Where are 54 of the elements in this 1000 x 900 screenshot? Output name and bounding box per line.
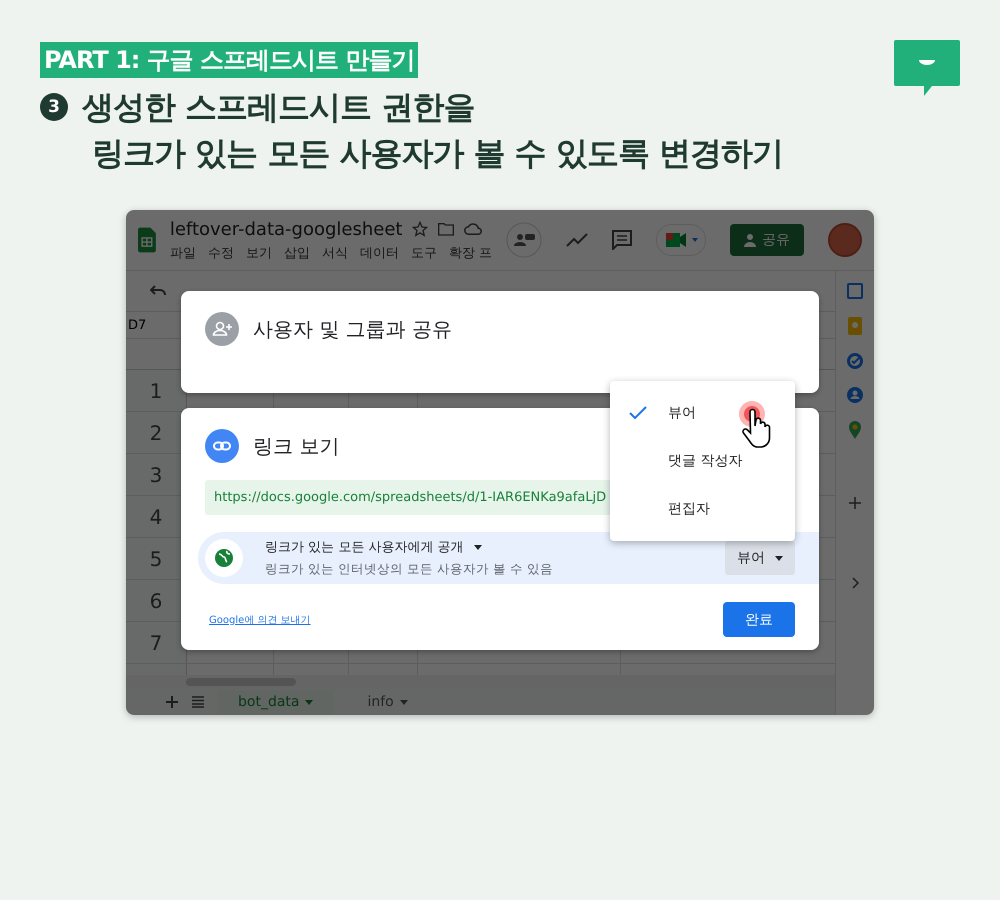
tasks-icon[interactable] [847,353,863,369]
video-call-icon[interactable] [656,224,706,256]
step-number: 3 [40,93,68,121]
role-dropdown[interactable]: 뷰어 [725,541,795,575]
menu-item[interactable]: 수정 [208,244,234,262]
avatar[interactable] [828,223,862,257]
trend-icon[interactable] [566,233,588,247]
menu-item[interactable]: 도구 [410,244,437,262]
menu-item[interactable]: 서식 [322,244,348,262]
role-option[interactable]: 댓글 작성자 [610,437,795,485]
star-icon[interactable] [412,221,428,237]
caret-icon [474,544,482,550]
meet-presence-icon[interactable] [506,222,542,258]
step-title-line: 생성한 스프레드시트 권한을 [82,87,474,128]
add-sheet-icon[interactable] [166,696,178,708]
part-badge: PART 1: 구글 스프레드시트 만들기 [40,42,418,78]
add-icon[interactable] [849,497,861,509]
document-title[interactable]: leftover-data-googlesheet [170,218,402,240]
dialog-title: 사용자 및 그룹과 공유 [253,316,452,342]
caret-icon [400,700,408,704]
maps-pin-icon[interactable] [849,421,861,439]
share-button[interactable]: 공유 [730,224,804,256]
feedback-link[interactable]: Google에 의견 보내기 [209,612,311,626]
cell-reference: D7 [128,318,146,332]
sheet-tab[interactable]: bot_data [218,690,334,714]
menu-item[interactable]: 확장 프 [448,244,492,262]
menu-item[interactable]: 데이터 [360,244,399,262]
undo-icon[interactable] [150,285,166,297]
sheet-list-icon[interactable] [192,696,204,708]
person-icon [744,233,756,247]
cloud-icon[interactable] [464,222,482,236]
access-description: 링크가 있는 인터넷상의 모든 사용자가 볼 수 있음 [265,561,554,578]
contacts-icon[interactable] [847,387,863,403]
access-dropdown[interactable]: 링크가 있는 모든 사용자에게 공개 [265,538,482,556]
menu-item[interactable]: 삽입 [284,244,310,262]
add-person-icon [205,312,239,346]
sheet-tab[interactable]: info [347,690,428,714]
comment-icon[interactable] [612,230,632,250]
row-number: 1 [126,370,187,411]
chat-icon [894,40,960,96]
role-option[interactable]: 편집자 [610,485,795,533]
globe-icon [215,549,233,567]
folder-icon[interactable] [438,222,454,236]
done-button[interactable]: 완료 [723,602,795,637]
menu-item[interactable]: 파일 [170,244,196,262]
step-title-line: 링크가 있는 모든 사용자가 볼 수 있도록 변경하기 [92,133,784,174]
caret-icon [775,556,783,560]
row-number: 7 [126,622,187,663]
menu-item[interactable]: 보기 [246,244,272,262]
caret-icon [305,700,314,704]
chevron-right-icon[interactable] [852,577,858,589]
dialog-title: 링크 보기 [253,432,340,460]
role-option[interactable]: 뷰어 [610,389,795,437]
link-icon [205,429,239,463]
